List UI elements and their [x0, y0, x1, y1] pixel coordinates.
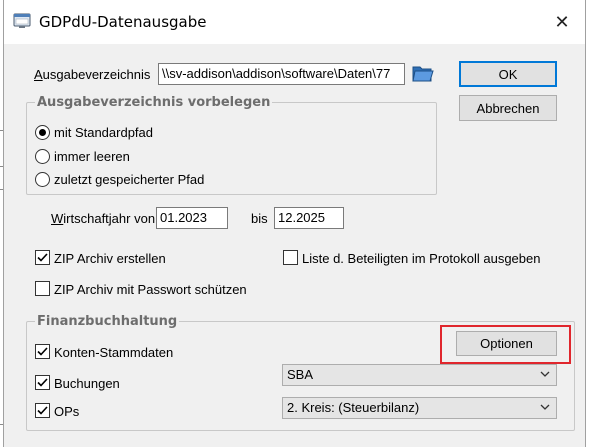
circle-dropdown-value: 2. Kreis: (Steuerbilanz) [287, 400, 420, 415]
sba-dropdown[interactable]: SBA [282, 364, 557, 386]
checkmark-icon [37, 378, 48, 387]
output-dir-label-text: usgabeverzeichnis [42, 67, 151, 82]
checkmark-icon [37, 406, 48, 415]
fiscal-year-label-text: irtschaftjahr von [63, 211, 156, 226]
title-bar: GDPdU-Datenausgabe ✕ [4, 0, 585, 44]
participants-list-checkbox[interactable] [283, 250, 298, 265]
radio-last-saved-path[interactable] [35, 172, 50, 187]
output-dir-label-mnemonic: A [34, 67, 43, 82]
account-master-data-label: Konten-Stammdaten [54, 345, 174, 360]
radio-always-clear-label: immer leeren [54, 149, 130, 164]
sba-dropdown-value: SBA [287, 367, 314, 382]
zip-password-checkbox[interactable] [35, 281, 50, 296]
open-items-label: OPs [54, 404, 80, 419]
folder-open-icon [410, 66, 436, 88]
ok-button[interactable]: OK [459, 61, 557, 87]
gdpdu-dialog: GDPdU-Datenausgabe ✕ Ausgabeverzeichnis … [3, 0, 586, 447]
finance-accounting-title: Finanzbuchhaltung [37, 314, 178, 329]
checkmark-icon [37, 347, 48, 356]
browse-folder-button[interactable] [410, 61, 436, 85]
app-window-icon [13, 13, 31, 29]
bookings-label: Buchungen [54, 376, 120, 391]
close-button[interactable]: ✕ [539, 0, 585, 44]
window-title: GDPdU-Datenausgabe [39, 13, 207, 31]
radio-always-clear[interactable] [35, 149, 50, 164]
output-dir-label: Ausgabeverzeichnis [34, 67, 150, 82]
participants-list-label: Liste d. Beteiligten im Protokoll ausgeb… [302, 251, 541, 266]
bookings-checkbox[interactable] [35, 375, 50, 390]
account-master-data-checkbox[interactable] [35, 344, 50, 359]
fiscal-year-to-label: bis [251, 211, 268, 226]
output-dir-input[interactable]: \\sv-addison\addison\software\Daten\77 [158, 63, 405, 85]
fiscal-year-label: Wirtschaftjahr von [51, 211, 155, 226]
fiscal-year-from-input[interactable]: 01.2023 [156, 207, 228, 229]
radio-standard-path[interactable] [35, 125, 50, 140]
options-button[interactable]: Optionen [456, 331, 557, 356]
circle-dropdown[interactable]: 2. Kreis: (Steuerbilanz) [282, 397, 557, 419]
cancel-button[interactable]: Abbrechen [459, 95, 557, 121]
fiscal-year-label-mnemonic: W [51, 211, 64, 226]
radio-standard-path-label: mit Standardpfad [54, 125, 154, 140]
fiscal-year-to-input[interactable]: 12.2025 [274, 207, 344, 229]
zip-create-checkbox[interactable] [35, 250, 50, 265]
radio-last-saved-path-label: zuletzt gespeicherter Pfad [54, 172, 205, 187]
open-items-checkbox[interactable] [35, 403, 50, 418]
checkmark-icon [37, 253, 48, 262]
zip-create-label: ZIP Archiv erstellen [54, 251, 166, 266]
zip-password-label: ZIP Archiv mit Passwort schützen [54, 282, 247, 297]
chevron-down-icon [539, 401, 551, 416]
chevron-down-icon [539, 368, 551, 383]
output-dir-preset-title: Ausgabeverzeichnis vorbelegen [37, 95, 271, 110]
close-icon: ✕ [554, 11, 570, 32]
